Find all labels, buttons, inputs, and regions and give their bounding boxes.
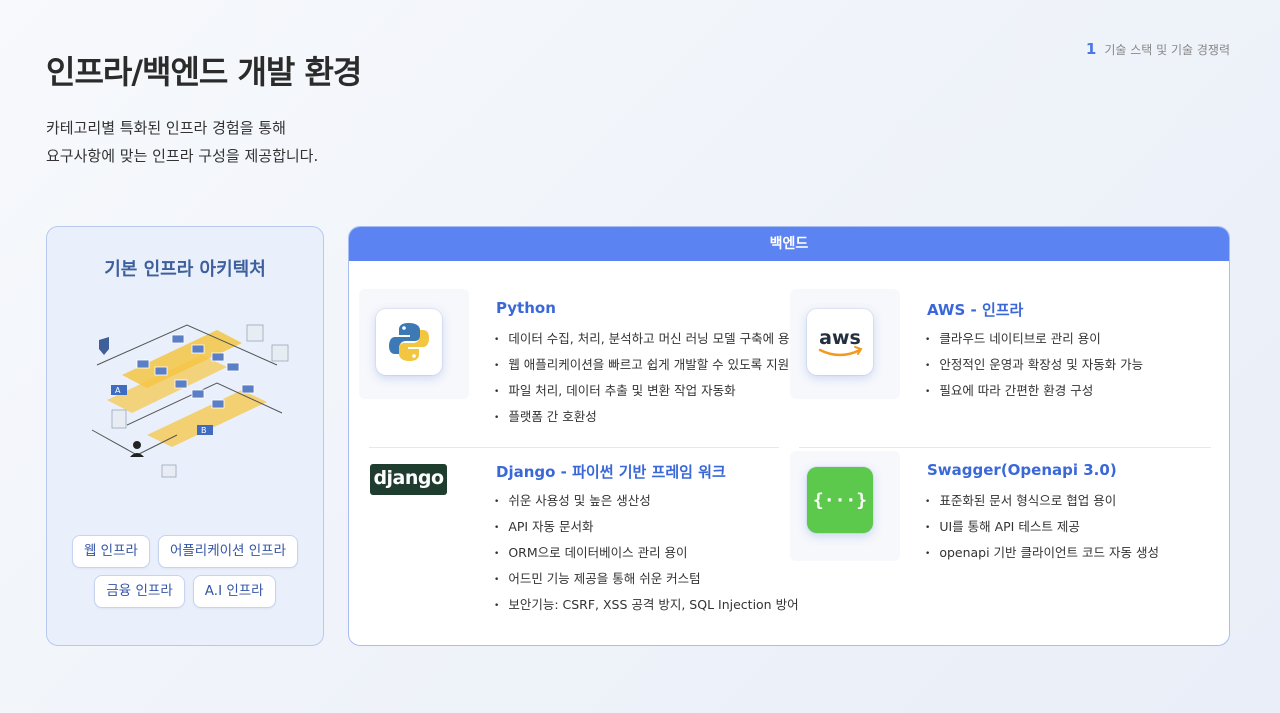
list-item: 쉬운 사용성 및 높은 생산성 (494, 489, 799, 515)
aws-logo-text: aws (819, 327, 861, 349)
list-item: 필요에 따라 간편한 환경 구성 (925, 379, 1143, 405)
list-item: 안정적인 운영과 확장성 및 자동화 가능 (925, 353, 1143, 379)
django-logo-box: django (359, 451, 469, 561)
django-feature-list: 쉬운 사용성 및 높은 생산성 API 자동 문서화 ORM으로 데이터베이스 … (494, 489, 799, 619)
list-item: 어드민 기능 제공을 통해 쉬운 커스텀 (494, 567, 799, 593)
infra-architecture-panel: 기본 인프라 아키텍처 A B 웹 인프라 어플리케이션 인프라 금융 인프라 … (46, 226, 324, 646)
architecture-title: 기본 인프라 아키텍처 (104, 259, 266, 280)
divider (799, 447, 1211, 448)
list-item: openapi 기반 클라이언트 코드 자동 생성 (925, 541, 1159, 567)
page-title: 인프라/백엔드 개발 환경 (46, 53, 362, 91)
backend-header: 백엔드 (349, 227, 1229, 261)
page-subtitle: 카테고리별 특화된 인프라 경험을 통해 요구사항에 맞는 인프라 구성을 제공… (46, 114, 318, 170)
infra-tags: 웹 인프라 어플리케이션 인프라 금융 인프라 A.I 인프라 (47, 535, 323, 615)
list-item: API 자동 문서화 (494, 515, 799, 541)
list-item: 파일 처리, 데이터 추출 및 변환 작업 자동화 (494, 379, 801, 405)
section-label: 기술 스택 및 기술 경쟁력 (1104, 42, 1230, 57)
django-title: Django - 파이썬 기반 프레임 워크 (496, 463, 726, 481)
python-logo-box (359, 289, 469, 399)
subtitle-line-1: 카테고리별 특화된 인프라 경험을 통해 (46, 119, 286, 137)
swagger-logo-icon: {···} (807, 467, 873, 533)
django-logo-icon: django (370, 464, 447, 495)
tag-finance-infra: 금융 인프라 (94, 575, 185, 608)
swagger-feature-list: 표준화된 문서 형식으로 협업 용이 UI를 통해 API 테스트 제공 ope… (925, 489, 1159, 567)
svg-text:B: B (201, 426, 207, 435)
list-item: 플랫폼 간 호환성 (494, 405, 801, 431)
section-indicator: 1 기술 스택 및 기술 경쟁력 (1086, 40, 1230, 58)
swagger-logo-text: {···} (812, 489, 868, 511)
tag-ai-infra: A.I 인프라 (192, 575, 276, 608)
swagger-title: Swagger(Openapi 3.0) (927, 461, 1117, 479)
list-item: 표준화된 문서 형식으로 협업 용이 (925, 489, 1159, 515)
subtitle-line-2: 요구사항에 맞는 인프라 구성을 제공합니다. (46, 147, 319, 165)
backend-panel: 백엔드 Python 데이터 수집, 처리, 분석하고 머신 러닝 모델 구축에… (348, 226, 1230, 646)
swagger-logo-box: {···} (790, 451, 900, 561)
list-item: ORM으로 데이터베이스 관리 용이 (494, 541, 799, 567)
architecture-diagram-icon: A B (91, 324, 289, 478)
aws-logo-icon: aws (807, 309, 873, 375)
list-item: 웹 애플리케이션을 빠르고 쉽게 개발할 수 있도록 지원 (494, 353, 801, 379)
aws-feature-list: 클라우드 네이티브로 관리 용이 안정적인 운영과 확장성 및 자동화 가능 필… (925, 327, 1143, 405)
aws-logo-box: aws (790, 289, 900, 399)
python-feature-list: 데이터 수집, 처리, 분석하고 머신 러닝 모델 구축에 용이 웹 애플리케이… (494, 327, 801, 431)
tag-application-infra: 어플리케이션 인프라 (157, 535, 299, 568)
tag-web-infra: 웹 인프라 (71, 535, 150, 568)
list-item: 데이터 수집, 처리, 분석하고 머신 러닝 모델 구축에 용이 (494, 327, 801, 353)
python-title: Python (496, 299, 556, 317)
list-item: UI를 통해 API 테스트 제공 (925, 515, 1159, 541)
list-item: 보안기능: CSRF, XSS 공격 방지, SQL Injection 방어 (494, 593, 798, 619)
svg-text:A: A (115, 386, 121, 395)
divider (369, 447, 779, 448)
aws-title: AWS - 인프라 (927, 301, 1024, 319)
section-number: 1 (1085, 40, 1097, 58)
python-logo-icon (376, 309, 442, 375)
list-item: 클라우드 네이티브로 관리 용이 (925, 327, 1143, 353)
